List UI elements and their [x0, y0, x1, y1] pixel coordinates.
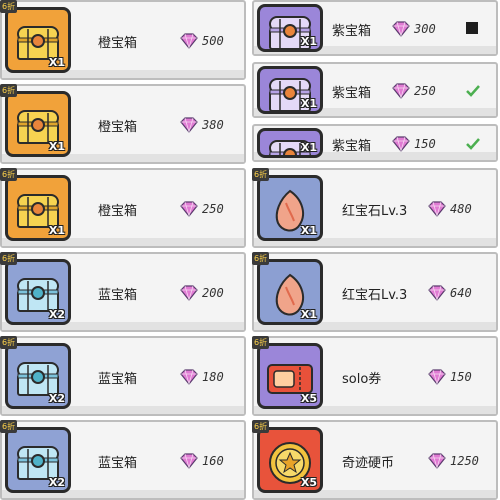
discount-badge: 6折 — [0, 0, 18, 13]
item-name: 奇迹硬币 — [342, 456, 395, 471]
item-quantity: X5 — [300, 392, 317, 405]
diamond-gem-icon — [178, 201, 200, 222]
diamond-gem-icon — [426, 369, 448, 390]
item-price: 300 — [414, 22, 436, 36]
right-shop-column: X1 紫宝箱 300 X1 紫宝箱 250 X1 紫宝箱 150 X1 6折 红宝石Lv.3 480 X1… — [252, 0, 500, 500]
item-tile: X1 — [257, 175, 323, 241]
item-tile: X1 — [257, 128, 323, 158]
item-quantity: X1 — [300, 224, 317, 237]
shop-item-row[interactable]: X5 6折 solo券 150 — [252, 336, 498, 416]
item-name: 紫宝箱 — [332, 24, 372, 39]
item-tile: X5 — [257, 427, 323, 493]
item-price: 380 — [202, 118, 224, 132]
discount-badge: 6折 — [0, 84, 18, 97]
item-name: 蓝宝箱 — [98, 288, 138, 303]
item-price: 480 — [450, 202, 472, 216]
item-tile: X2 — [5, 259, 71, 325]
shop-item-row[interactable]: X1 紫宝箱 250 — [252, 62, 498, 118]
item-name: 红宝石Lv.3 — [342, 288, 408, 303]
item-price: 250 — [202, 202, 224, 216]
diamond-gem-icon — [390, 136, 412, 157]
item-quantity: X1 — [48, 224, 65, 237]
shop-item-row[interactable]: X2 6折蓝宝箱 180 — [0, 336, 246, 416]
item-tile: X1 — [257, 4, 323, 52]
shop-item-row[interactable]: X1 6折橙宝箱 250 — [0, 168, 246, 248]
shop-item-row[interactable]: X5 6折奇迹硬币 1250 — [252, 420, 498, 500]
diamond-gem-icon — [178, 369, 200, 390]
discount-badge: 6折 — [252, 420, 270, 433]
shop-item-row[interactable]: X2 6折蓝宝箱 160 — [0, 420, 246, 500]
item-name: 橙宝箱 — [98, 120, 138, 135]
shop-item-row[interactable]: X1 紫宝箱 150 — [252, 124, 498, 162]
discount-badge: 6折 — [0, 168, 18, 181]
diamond-gem-icon — [178, 453, 200, 474]
item-quantity: X1 — [300, 35, 317, 48]
diamond-gem-icon — [178, 285, 200, 306]
item-price: 1250 — [450, 454, 479, 468]
shop-item-row[interactable]: X1 6折红宝石Lv.3 480 — [252, 168, 498, 248]
checked-checkbox[interactable] — [466, 84, 480, 97]
item-quantity: X1 — [48, 140, 65, 153]
diamond-gem-icon — [426, 201, 448, 222]
diamond-gem-icon — [426, 285, 448, 306]
item-tile: X2 — [5, 343, 71, 409]
item-price: 150 — [414, 137, 436, 151]
item-price: 180 — [202, 370, 224, 384]
discount-badge: 6折 — [0, 420, 18, 433]
unchecked-checkbox[interactable] — [466, 22, 478, 34]
item-quantity: X2 — [48, 476, 65, 489]
item-quantity: X2 — [48, 392, 65, 405]
item-tile: X1 — [257, 259, 323, 325]
discount-badge: 6折 — [252, 168, 270, 181]
diamond-gem-icon — [178, 33, 200, 54]
item-tile: X1 — [5, 175, 71, 241]
checked-checkbox[interactable] — [466, 137, 480, 150]
left-shop-column: X1 6折 橙宝箱 500 X1 6折 橙宝箱 380 X1 6折 橙宝箱 250 X2 6折 蓝宝箱 200… — [0, 0, 248, 500]
discount-badge: 6折 — [0, 336, 18, 349]
item-tile: X2 — [5, 427, 71, 493]
discount-badge: 6折 — [0, 252, 18, 265]
shop-item-row[interactable]: X1 6折橙宝箱 500 — [0, 0, 246, 80]
shop-item-row[interactable]: X2 6折蓝宝箱 200 — [0, 252, 246, 332]
item-name: 橙宝箱 — [98, 36, 138, 51]
shop-item-row[interactable]: X1 6折红宝石Lv.3 640 — [252, 252, 498, 332]
shop-item-row[interactable]: X1 紫宝箱 300 — [252, 0, 498, 56]
item-tile: X1 — [5, 7, 71, 73]
item-quantity: X1 — [300, 308, 317, 321]
item-name: 紫宝箱 — [332, 139, 372, 154]
discount-badge: 6折 — [252, 336, 270, 349]
diamond-gem-icon — [390, 21, 412, 42]
item-price: 640 — [450, 286, 472, 300]
item-tile: X5 — [257, 343, 323, 409]
diamond-gem-icon — [426, 453, 448, 474]
item-quantity: X1 — [300, 97, 317, 110]
item-name: 紫宝箱 — [332, 86, 372, 101]
item-price: 500 — [202, 34, 224, 48]
item-quantity: X1 — [48, 56, 65, 69]
diamond-gem-icon — [390, 83, 412, 104]
item-quantity: X5 — [300, 476, 317, 489]
item-name: 红宝石Lv.3 — [342, 204, 408, 219]
item-price: 200 — [202, 286, 224, 300]
item-tile: X1 — [257, 66, 323, 114]
item-name: 橙宝箱 — [98, 204, 138, 219]
item-price: 250 — [414, 84, 436, 98]
discount-badge: 6折 — [252, 252, 270, 265]
item-price: 160 — [202, 454, 224, 468]
item-name: 蓝宝箱 — [98, 372, 138, 387]
diamond-gem-icon — [178, 117, 200, 138]
item-quantity: X1 — [300, 141, 317, 154]
shop-item-row[interactable]: X1 6折橙宝箱 380 — [0, 84, 246, 164]
item-price: 150 — [450, 370, 472, 384]
item-name: solo券 — [342, 372, 382, 387]
item-name: 蓝宝箱 — [98, 456, 138, 471]
item-tile: X1 — [5, 91, 71, 157]
item-quantity: X2 — [48, 308, 65, 321]
